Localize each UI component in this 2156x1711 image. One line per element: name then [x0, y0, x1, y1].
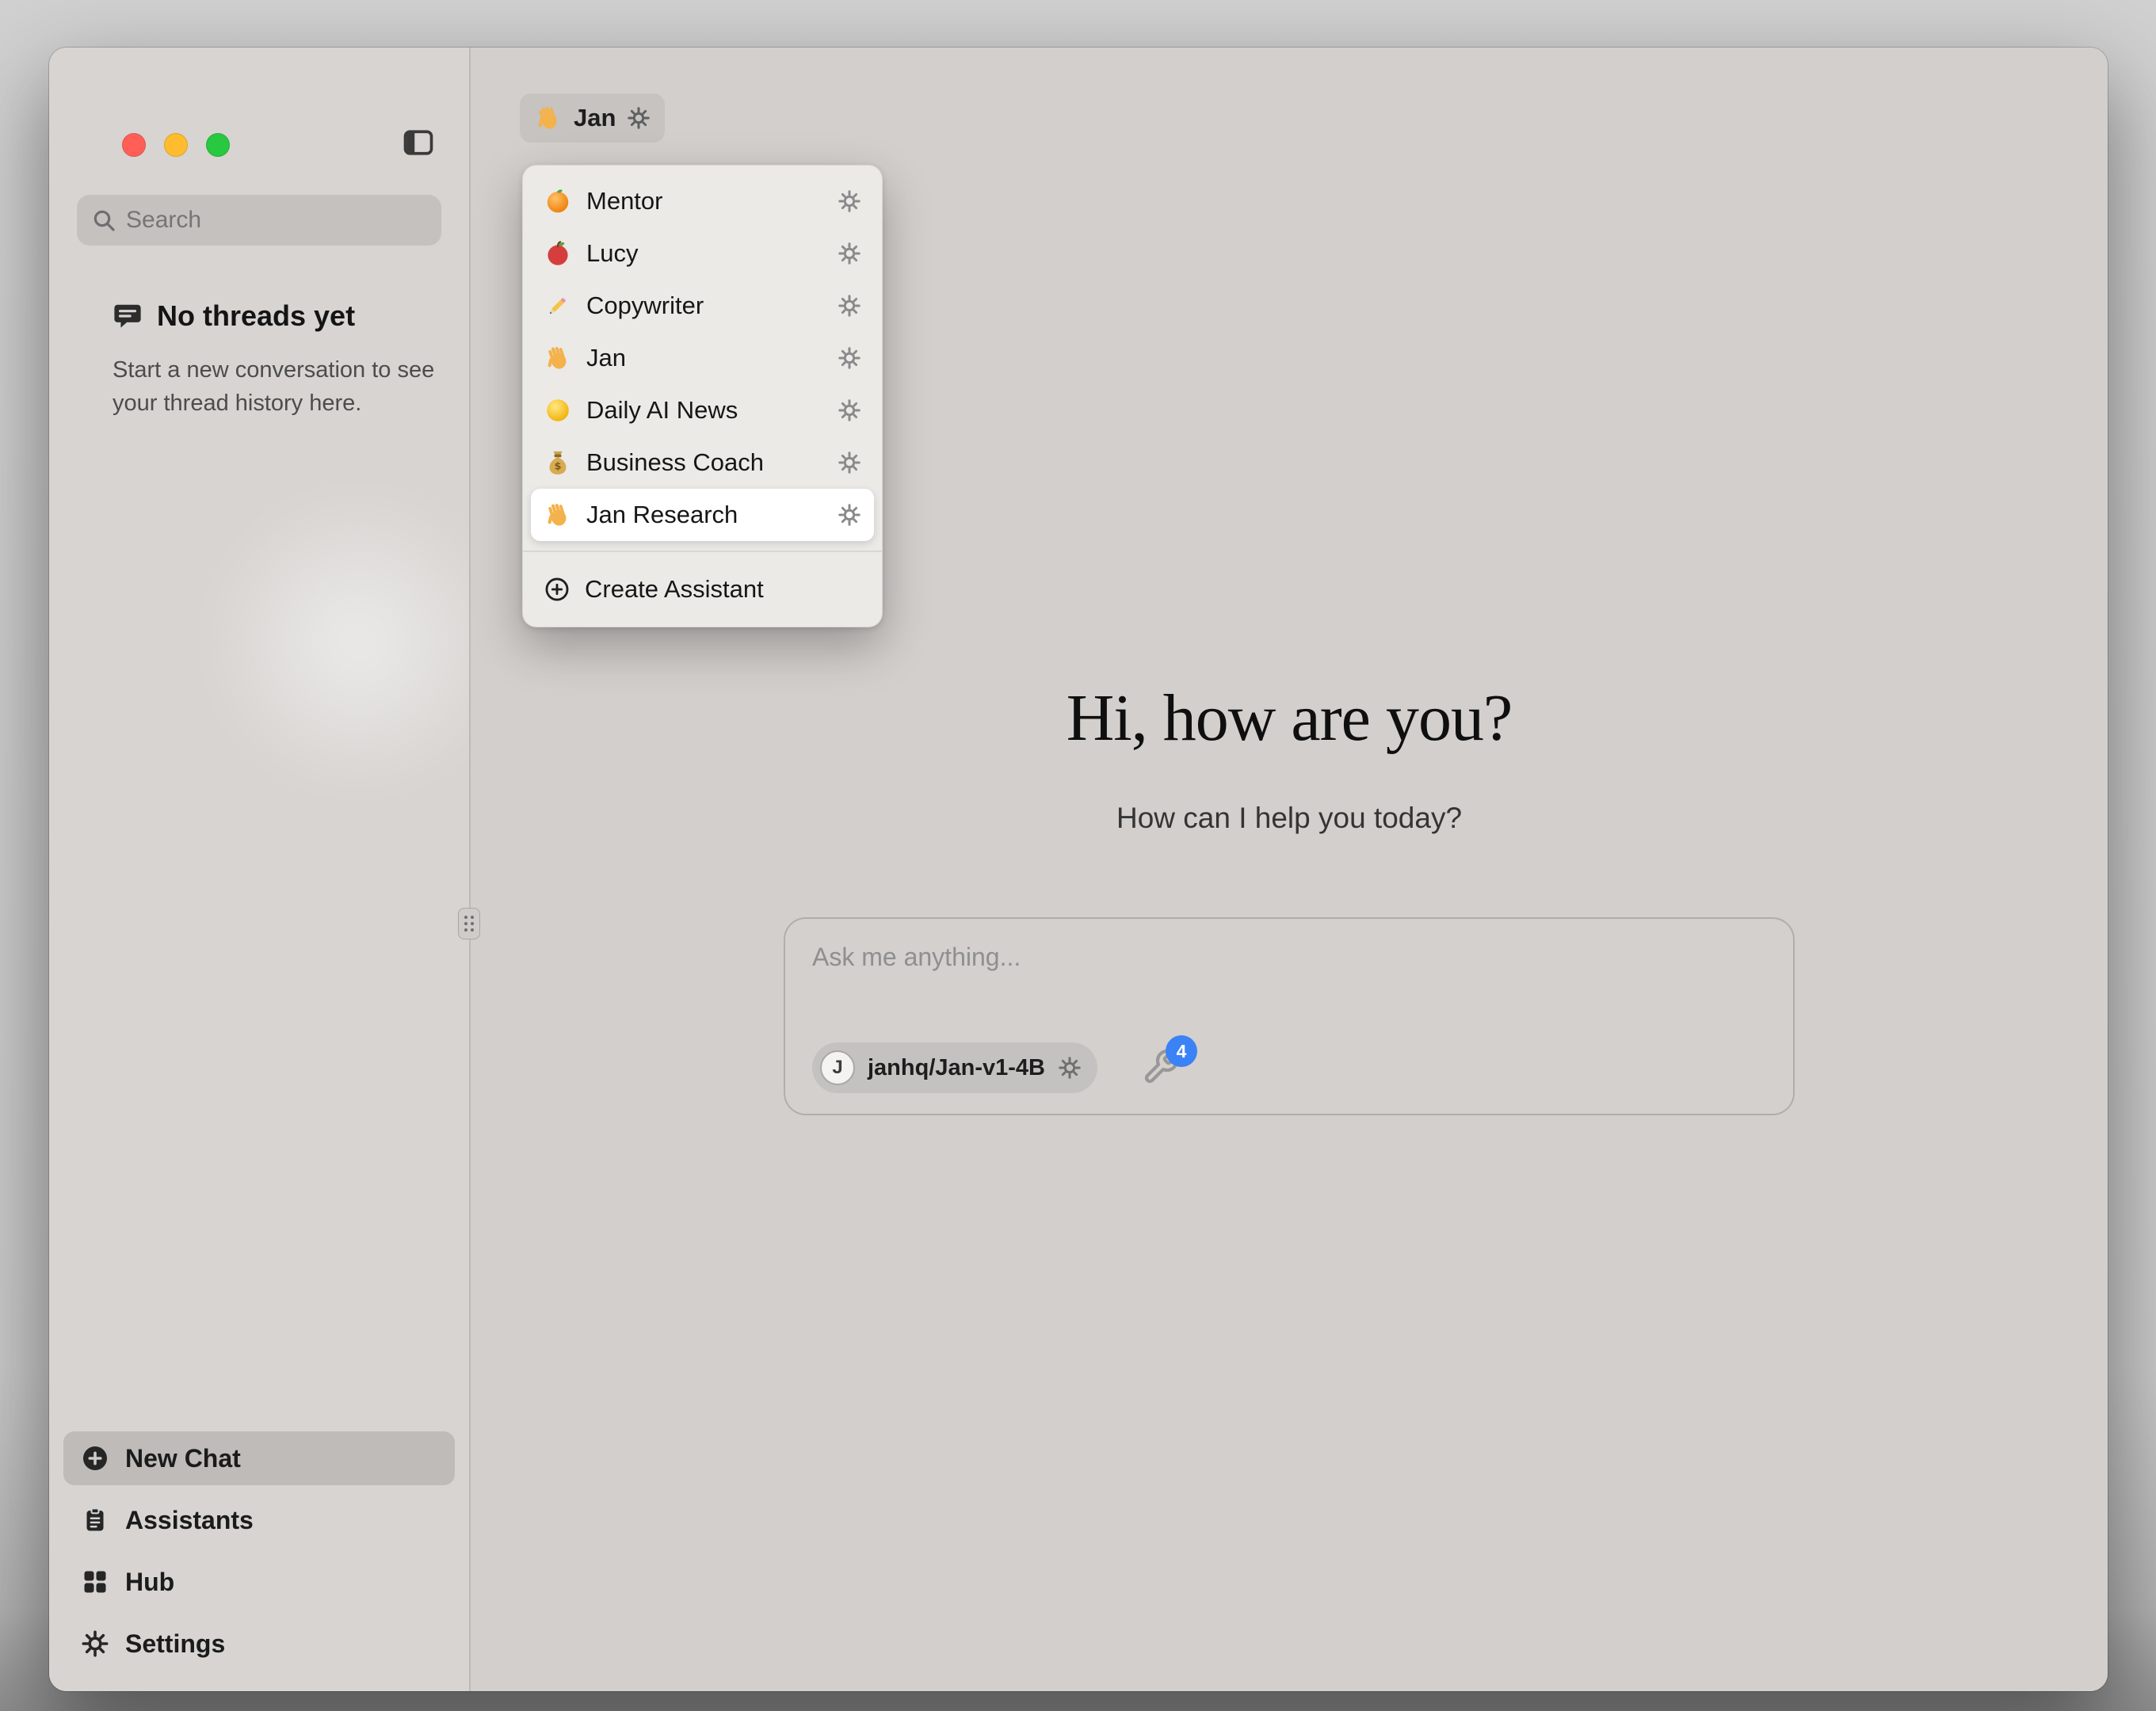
menu-item-daily-ai-news[interactable]: Daily AI News	[531, 384, 874, 436]
model-name: janhq/Jan-v1-4B	[868, 1055, 1045, 1081]
menu-item-label: Copywriter	[586, 292, 704, 320]
hub-grid-icon	[81, 1568, 109, 1596]
gear-icon[interactable]	[627, 106, 651, 130]
gear-icon[interactable]	[838, 294, 861, 318]
money-bag-icon	[544, 448, 572, 477]
nav-item-label: Assistants	[125, 1506, 254, 1535]
wave-hand-icon	[534, 104, 563, 132]
gear-icon[interactable]	[838, 398, 861, 422]
menu-item-jan-research[interactable]: Jan Research	[531, 489, 874, 541]
model-settings-gear-icon[interactable]	[1058, 1056, 1082, 1080]
sidebar-item-new-chat[interactable]: New Chat	[63, 1431, 455, 1485]
wave-hand-icon	[544, 501, 572, 529]
assistant-selector-button[interactable]: Jan	[520, 93, 665, 143]
assistants-clipboard-icon	[81, 1506, 109, 1534]
sidebar-resize-handle[interactable]	[458, 908, 480, 939]
search-icon	[91, 208, 116, 233]
menu-item-jan[interactable]: Jan	[531, 332, 874, 384]
tools-button[interactable]: 4	[1142, 1048, 1181, 1088]
menu-item-label: Jan	[586, 344, 626, 372]
plus-circle-icon	[81, 1444, 109, 1473]
apple-icon	[544, 239, 572, 268]
menu-item-label: Mentor	[586, 187, 662, 215]
nav-item-label: Hub	[125, 1568, 174, 1597]
search-input[interactable]	[126, 207, 427, 234]
sidebar-nav: New Chat Assistants Hub Settings	[63, 1431, 455, 1671]
sidebar-item-settings[interactable]: Settings	[63, 1617, 455, 1671]
settings-gear-icon	[81, 1629, 109, 1658]
composer-input[interactable]	[812, 943, 1766, 972]
nav-item-label: Settings	[125, 1629, 225, 1659]
create-assistant-button[interactable]: Create Assistant	[531, 562, 874, 617]
tools-count-badge: 4	[1166, 1035, 1197, 1067]
sidebar: No threads yet Start a new conversation …	[49, 48, 469, 1691]
nav-item-label: New Chat	[125, 1444, 241, 1473]
orange-circle-icon	[544, 187, 572, 215]
empty-state-description: Start a new conversation to see your thr…	[113, 353, 461, 420]
pencil-icon	[544, 292, 572, 320]
empty-state-title: No threads yet	[113, 299, 355, 333]
model-avatar: J	[820, 1050, 855, 1085]
minimize-button[interactable]	[164, 133, 188, 157]
assistant-menu: Mentor Lucy Copywriter Jan Daily AI News	[522, 165, 883, 627]
main-area: Jan Mentor Lucy Copywriter Jan	[469, 48, 2108, 1691]
window-controls	[122, 133, 230, 157]
greeting-subtitle: How can I help you today?	[471, 802, 2108, 835]
gear-icon[interactable]	[838, 346, 861, 370]
gear-icon[interactable]	[838, 242, 861, 265]
model-selector-button[interactable]: J janhq/Jan-v1-4B	[812, 1042, 1097, 1093]
gear-icon[interactable]	[838, 503, 861, 527]
sidebar-item-assistants[interactable]: Assistants	[63, 1493, 455, 1547]
chat-bubble-icon	[113, 301, 143, 331]
composer-toolbar: J janhq/Jan-v1-4B 4	[812, 1042, 1766, 1093]
menu-item-business-coach[interactable]: Business Coach	[531, 436, 874, 489]
sidebar-item-hub[interactable]: Hub	[63, 1555, 455, 1609]
menu-item-label: Daily AI News	[586, 396, 738, 425]
menu-item-copywriter[interactable]: Copywriter	[531, 280, 874, 332]
gear-icon[interactable]	[838, 189, 861, 213]
sidebar-toggle-icon[interactable]	[401, 125, 436, 160]
greeting-title: Hi, how are you?	[471, 680, 2108, 756]
empty-state-title-text: No threads yet	[157, 299, 355, 333]
menu-item-label: Jan Research	[586, 501, 738, 529]
menu-item-label: Business Coach	[586, 448, 764, 477]
gear-icon[interactable]	[838, 451, 861, 474]
zoom-button[interactable]	[206, 133, 230, 157]
menu-item-lucy[interactable]: Lucy	[531, 227, 874, 280]
search-box	[77, 195, 441, 246]
assistant-selector-label: Jan	[574, 104, 616, 132]
composer: J janhq/Jan-v1-4B 4	[784, 917, 1795, 1115]
close-button[interactable]	[122, 133, 146, 157]
create-assistant-label: Create Assistant	[585, 575, 764, 604]
yellow-circle-icon	[544, 396, 572, 425]
menu-divider	[523, 551, 882, 552]
menu-item-label: Lucy	[586, 239, 638, 268]
plus-circle-outline-icon	[544, 576, 570, 603]
app-window: No threads yet Start a new conversation …	[49, 48, 2108, 1691]
menu-item-mentor[interactable]: Mentor	[531, 175, 874, 227]
wave-hand-icon	[544, 344, 572, 372]
